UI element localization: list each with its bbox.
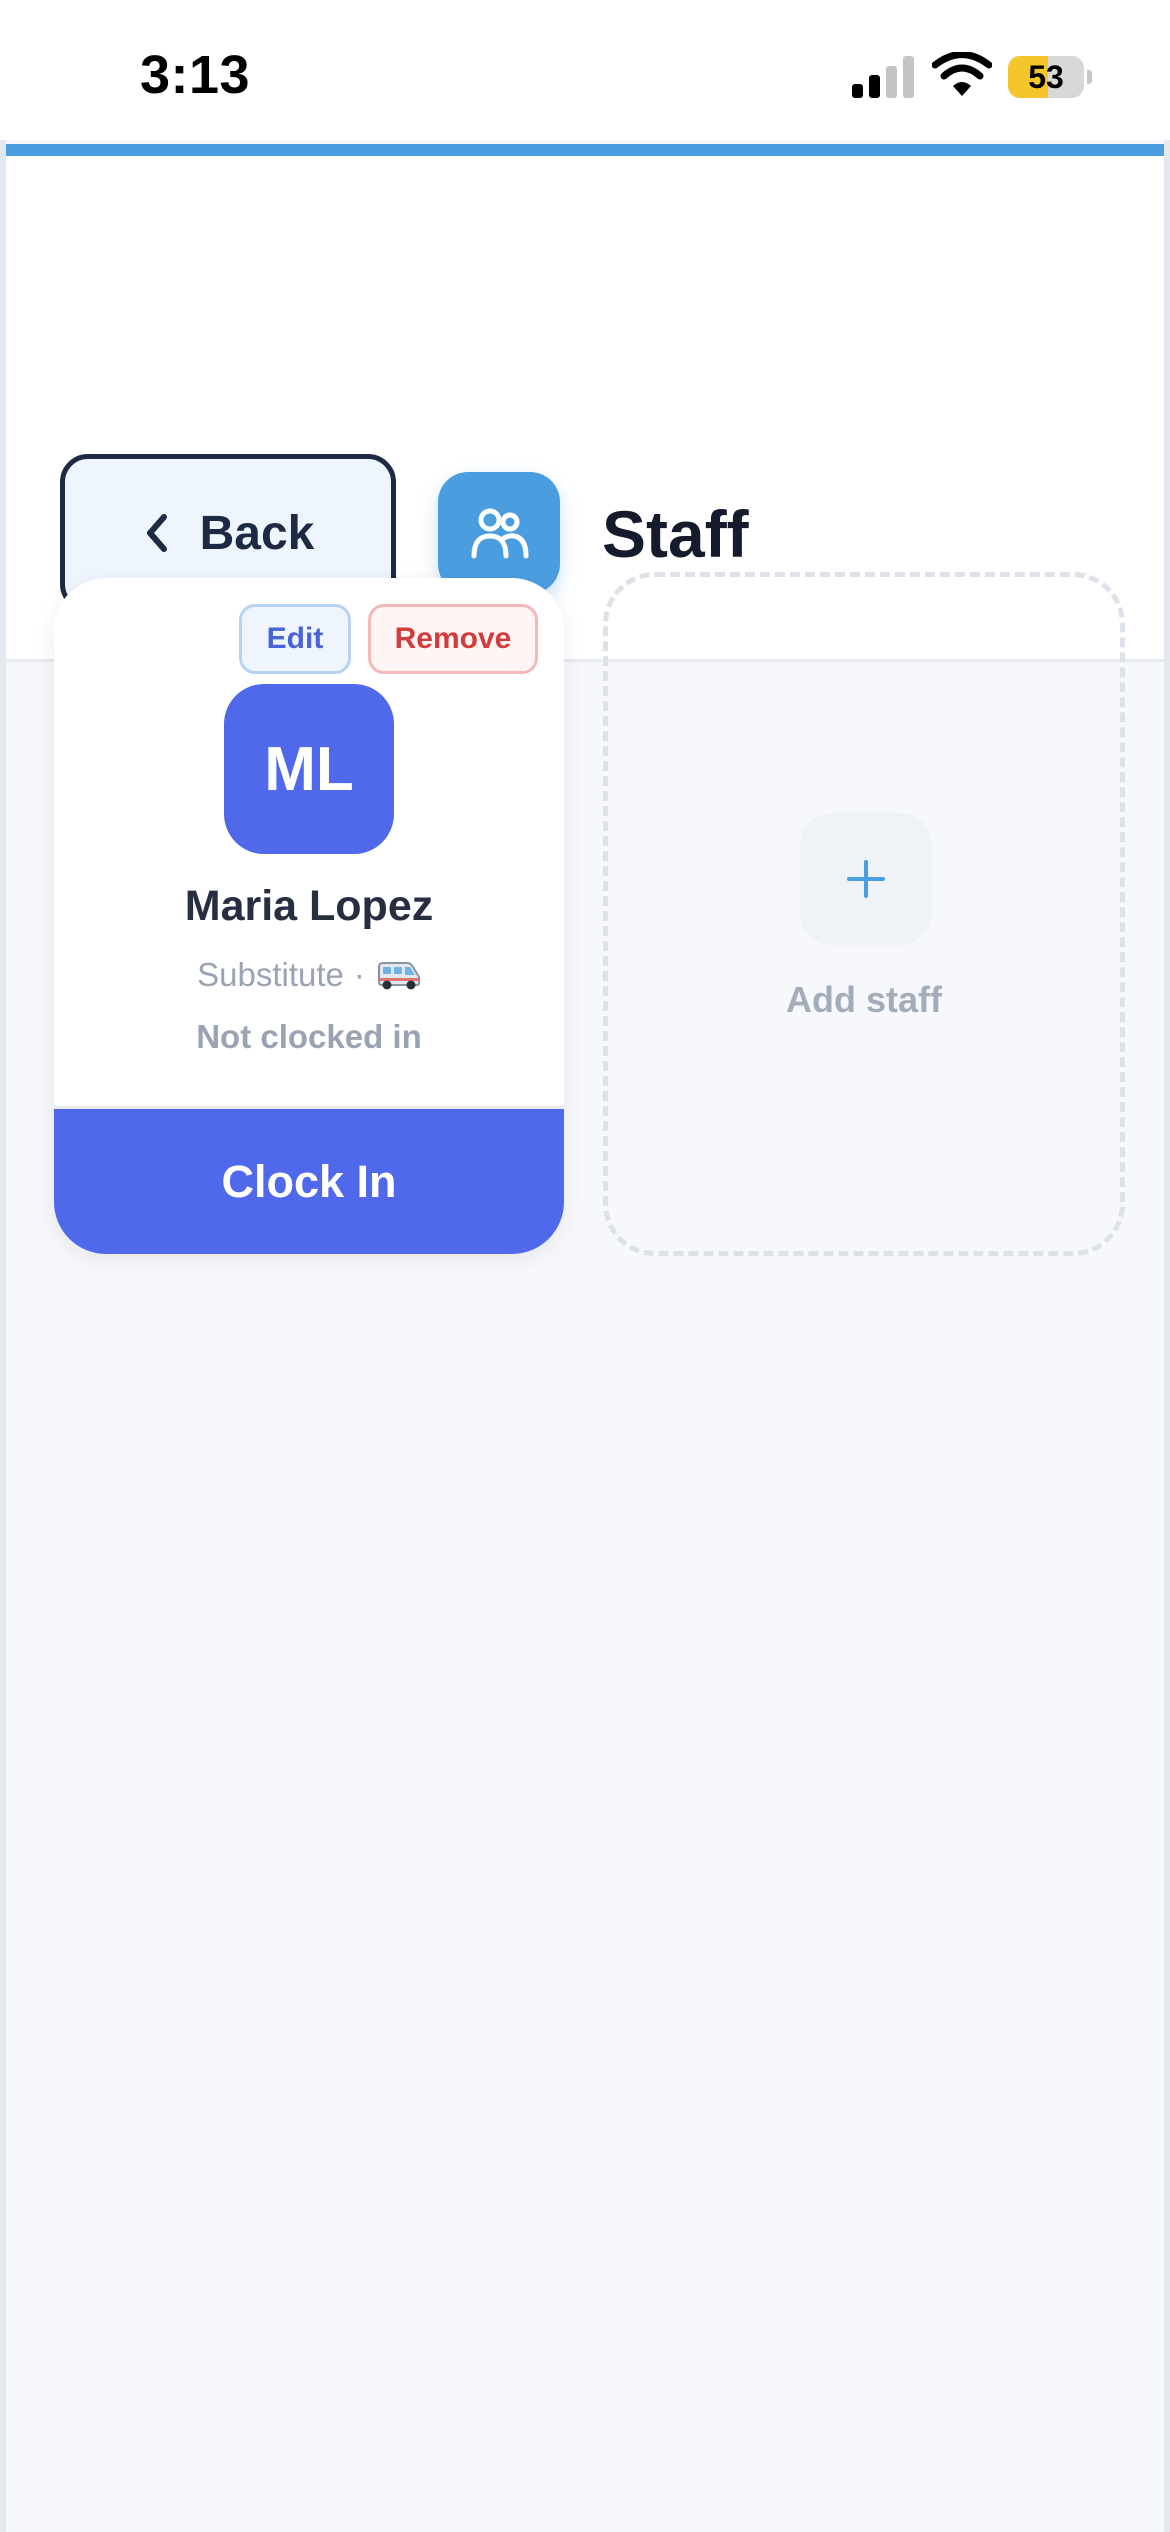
back-label: Back bbox=[199, 506, 315, 560]
staff-card: Edit Remove ML Maria Lopez Substitute · … bbox=[54, 578, 564, 1254]
page-title: Staff bbox=[602, 497, 749, 571]
staff-name: Maria Lopez bbox=[184, 882, 434, 930]
battery-icon: 53 bbox=[1008, 56, 1092, 98]
remove-button[interactable]: Remove bbox=[368, 604, 538, 674]
plus-icon bbox=[800, 813, 932, 945]
app-frame: Back Staff Edit Remove ML Maria Lopez Su… bbox=[0, 140, 1170, 2532]
battery-level: 53 bbox=[1028, 59, 1064, 95]
staff-role-line: Substitute · bbox=[54, 956, 564, 994]
clock-status: Not clocked in bbox=[196, 1018, 422, 1055]
avatar: ML bbox=[224, 684, 394, 854]
wifi-icon bbox=[932, 52, 992, 96]
cellular-signal-icon bbox=[852, 56, 914, 98]
van-icon bbox=[377, 962, 420, 990]
chevron-left-icon bbox=[146, 514, 167, 552]
role-separator: · bbox=[353, 956, 365, 993]
add-staff-label: Add staff bbox=[786, 979, 942, 1020]
add-staff-card[interactable]: Add staff bbox=[603, 572, 1125, 1256]
people-icon bbox=[438, 472, 560, 594]
staff-role: Substitute bbox=[197, 956, 344, 993]
edit-button[interactable]: Edit bbox=[239, 604, 351, 674]
accent-strip bbox=[6, 144, 1164, 156]
clock-in-button[interactable]: Clock In bbox=[54, 1109, 564, 1254]
status-bar: 3:13 53 bbox=[0, 0, 1170, 140]
status-time: 3:13 bbox=[140, 45, 251, 105]
